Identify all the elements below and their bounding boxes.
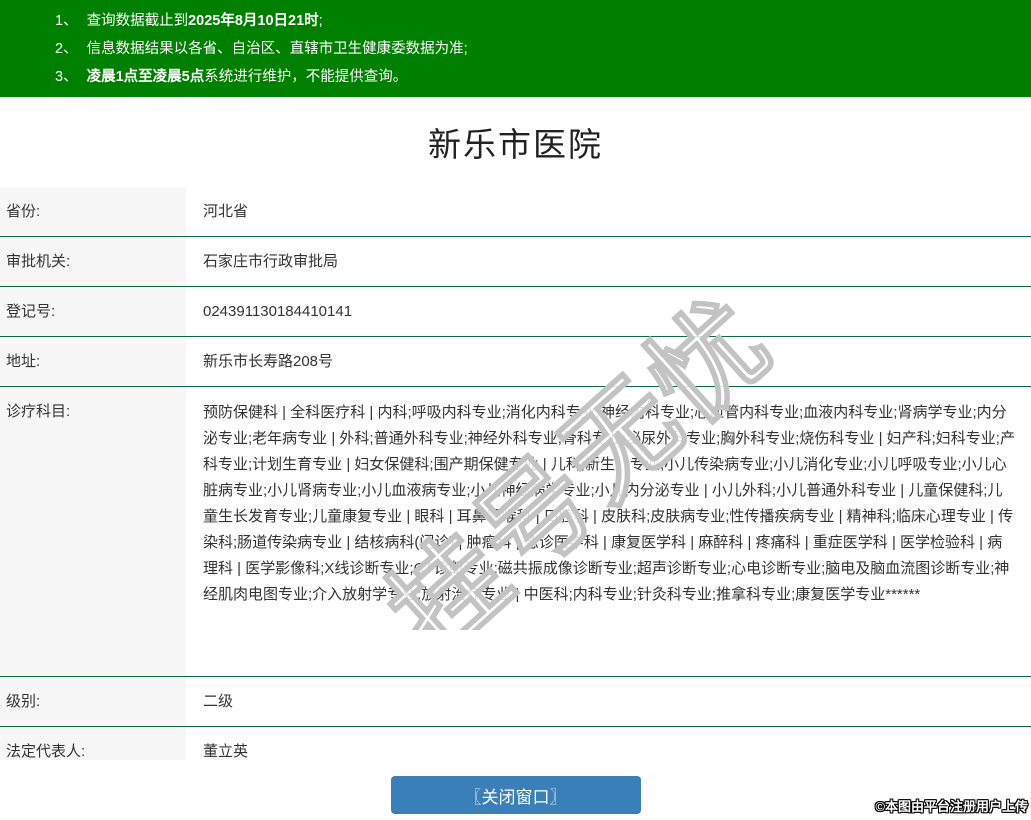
notice-number: 2、 — [55, 41, 78, 57]
row-label: 诊疗科目: — [0, 387, 186, 676]
table-row-approval-authority: 审批机关: 石家庄市行政审批局 — [0, 236, 1031, 286]
row-label: 审批机关: — [0, 237, 186, 286]
row-value: 新乐市长寿路208号 — [186, 337, 1031, 386]
notice-text-bold: 2025年8月10日21时 — [188, 13, 319, 29]
notice-text: 系统进行维护，不能提供查询。 — [204, 69, 407, 85]
row-label: 地址: — [0, 337, 186, 386]
table-row-level: 级别: 二级 — [0, 676, 1031, 726]
notice-text: ; — [319, 13, 323, 29]
row-label: 登记号: — [0, 287, 186, 336]
notice-number: 1、 — [55, 13, 78, 29]
notice-line-1: 1、查询数据截止到2025年8月10日21时; — [55, 7, 1011, 35]
table-row-address: 地址: 新乐市长寿路208号 — [0, 336, 1031, 386]
page-title: 新乐市医院 — [428, 118, 603, 166]
info-table: 省份: 河北省 审批机关: 石家庄市行政审批局 登记号: 02439113018… — [0, 187, 1031, 776]
row-label: 省份: — [0, 187, 186, 236]
row-value: 二级 — [186, 677, 1031, 726]
title-section: 新乐市医院 — [0, 97, 1031, 187]
row-value: 024391130184410141 — [186, 287, 1031, 336]
table-row-registration-number: 登记号: 024391130184410141 — [0, 286, 1031, 336]
row-value: 石家庄市行政审批局 — [186, 237, 1031, 286]
row-value: 河北省 — [186, 187, 1031, 236]
notice-text: 查询数据截止到 — [87, 13, 189, 29]
notice-line-3: 3、凌晨1点至凌晨5点系统进行维护，不能提供查询。 — [55, 63, 1011, 91]
notice-line-2: 2、信息数据结果以各省、自治区、直辖市卫生健康委数据为准; — [55, 35, 1011, 63]
table-row-province: 省份: 河北省 — [0, 187, 1031, 236]
notice-text-bold: 凌晨1点至凌晨5点 — [87, 69, 205, 85]
table-row-medical-subjects: 诊疗科目: 预防保健科 | 全科医疗科 | 内科;呼吸内科专业;消化内科专业;神… — [0, 386, 1031, 676]
footer: 〖关闭窗口〗 — [0, 760, 1031, 820]
row-value: 预防保健科 | 全科医疗科 | 内科;呼吸内科专业;消化内科专业;神经内科专业;… — [186, 387, 1031, 676]
notice-number: 3、 — [55, 69, 78, 85]
row-label: 级别: — [0, 677, 186, 726]
close-window-button[interactable]: 〖关闭窗口〗 — [391, 776, 641, 814]
hospital-info-page: 1、查询数据截止到2025年8月10日21时; 2、信息数据结果以各省、自治区、… — [0, 0, 1031, 820]
notice-text: 信息数据结果以各省、自治区、直辖市卫生健康委数据为准; — [87, 41, 468, 57]
notice-banner: 1、查询数据截止到2025年8月10日21时; 2、信息数据结果以各省、自治区、… — [0, 0, 1031, 97]
